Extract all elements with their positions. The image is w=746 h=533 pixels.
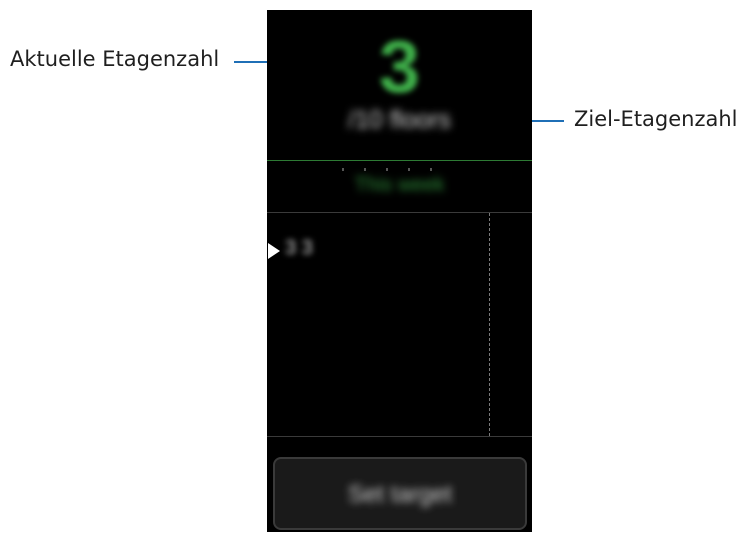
current-floor-count: 3 (378, 25, 421, 108)
set-target-label: Set target (347, 481, 453, 508)
day-tick-dots (342, 168, 452, 171)
chart-bottom-divider (267, 436, 532, 437)
chart-marker-value: 3 3 (285, 237, 313, 259)
target-dashed-line (489, 213, 490, 436)
current-marker-arrow-icon (268, 243, 280, 259)
target-floor-count: /10 floors (348, 106, 451, 134)
floors-chart: 3 3 (267, 213, 532, 436)
callout-target-floors: Ziel-Etagenzahl (574, 107, 738, 131)
set-target-button[interactable]: Set target (273, 457, 527, 530)
watch-screen: 3 /10 floors This week 3 3 Set target (267, 10, 532, 532)
green-divider (267, 160, 532, 161)
period-label: This week (354, 174, 445, 196)
callout-current-floors: Aktuelle Etagenzahl (10, 47, 220, 71)
